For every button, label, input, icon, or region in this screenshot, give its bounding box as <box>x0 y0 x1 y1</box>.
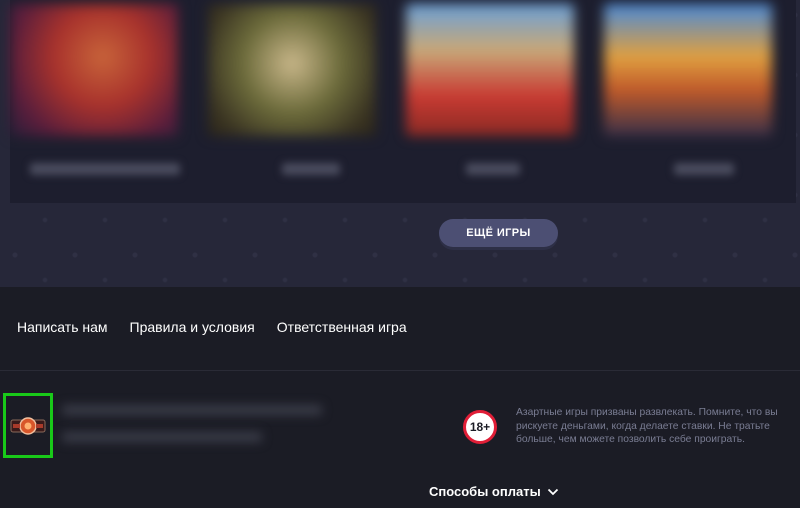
footer-nav: Написать нам Правила и условия Ответстве… <box>17 319 407 335</box>
footer-link-contact[interactable]: Написать нам <box>17 319 108 335</box>
game-card[interactable] <box>604 0 772 203</box>
game-title-blurred <box>466 163 520 175</box>
game-thumbnail[interactable] <box>604 4 772 136</box>
more-games-button[interactable]: ЕЩЁ ИГРЫ <box>439 219 558 247</box>
age-restriction-badge: 18+ <box>463 410 497 444</box>
game-card[interactable] <box>406 0 574 203</box>
logo-highlight[interactable] <box>3 393 53 458</box>
responsible-gambling-disclaimer: Азартные игры призваны развлекать. Помни… <box>516 407 778 445</box>
payment-methods-label: Способы оплаты <box>429 484 541 499</box>
games-strip <box>10 0 796 203</box>
footer-link-responsible-gaming[interactable]: Ответственная игра <box>277 319 407 335</box>
game-card[interactable] <box>10 0 180 203</box>
casino-logo-icon <box>10 416 46 435</box>
game-thumbnail[interactable] <box>406 4 574 136</box>
game-title-blurred <box>282 163 340 175</box>
chevron-down-icon <box>547 488 558 495</box>
game-title-blurred <box>674 163 734 175</box>
game-thumbnail[interactable] <box>208 4 376 136</box>
game-card[interactable] <box>208 0 376 203</box>
brand-text-blurred <box>62 405 322 415</box>
payment-methods-toggle[interactable]: Способы оплаты <box>429 484 559 499</box>
game-title-blurred <box>30 163 180 175</box>
brand-text-blurred <box>62 432 262 442</box>
game-thumbnail[interactable] <box>10 4 178 136</box>
footer-link-terms[interactable]: Правила и условия <box>130 319 255 335</box>
footer-divider <box>0 370 800 371</box>
games-section: ЕЩЁ ИГРЫ <box>0 0 800 287</box>
